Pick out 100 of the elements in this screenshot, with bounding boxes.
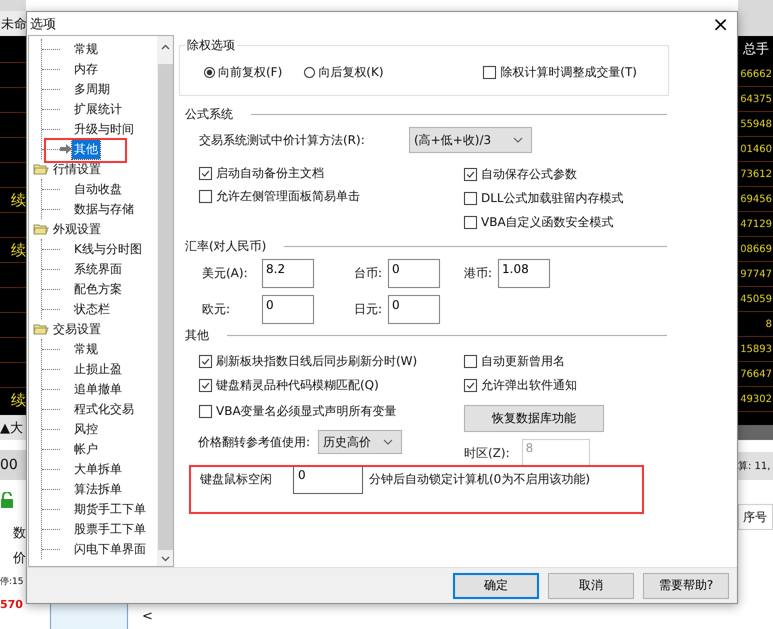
arrow-icon (60, 144, 72, 154)
tree-item[interactable]: 扩展统计 (72, 100, 124, 119)
tree-item[interactable]: 风控 (72, 420, 100, 439)
table-cell: 69456 (740, 194, 772, 204)
checkbox[interactable] (199, 404, 212, 418)
table-cell: 64375 (740, 94, 772, 104)
checkbox-label[interactable]: 刷新板块指数日线后同步刷新分时(W) (216, 352, 418, 370)
checkbox-label[interactable]: 自动更新曾用名 (481, 352, 565, 370)
table-cell: 66662 (740, 68, 772, 80)
tree-item[interactable]: 算法拆单 (72, 480, 124, 499)
field-label: 数 (13, 524, 26, 542)
section-title: 其他 (185, 326, 209, 344)
column-header: 总手 (743, 41, 769, 58)
tree-item[interactable]: 常规 (72, 340, 100, 359)
checkbox-label[interactable]: 允许弹出软件通知 (481, 376, 577, 394)
radio-button[interactable] (304, 67, 316, 78)
input-field[interactable]: 0 (262, 295, 314, 324)
dialog-button[interactable]: 需要帮助? (643, 572, 729, 599)
tree-item[interactable]: 期货手工下单 (72, 500, 148, 519)
field-label: 价 (13, 550, 26, 566)
chevron-icon (513, 137, 523, 144)
field-label: 港币: (463, 265, 494, 282)
tree-item[interactable]: 系统界面 (72, 260, 124, 279)
tree-item[interactable]: 状态栏 (72, 300, 112, 319)
input-field[interactable]: 0 (293, 465, 363, 494)
scroll-arrow[interactable]: < (142, 609, 153, 624)
price-text: 570 (0, 598, 23, 611)
input-field[interactable]: 8.2 (262, 259, 314, 288)
tree-item[interactable]: 内存 (72, 60, 100, 79)
window-title: 选项 (30, 16, 56, 33)
tree-item[interactable]: 帐户 (72, 440, 100, 459)
lock-icon[interactable] (0, 492, 14, 508)
open-folder-icon[interactable] (33, 163, 49, 176)
tree-item[interactable]: 自动收盘 (72, 180, 124, 199)
checkbox-label[interactable]: 允许左侧管理面板简易单击 (216, 188, 360, 206)
dialog-button[interactable]: 确定 (453, 572, 539, 599)
radio-label[interactable]: 向后复权(K) (318, 64, 384, 82)
table-cell: 15893 (740, 344, 772, 354)
checkbox[interactable] (199, 354, 212, 368)
field-label: 键盘鼠标空闲 (200, 471, 273, 488)
checkbox[interactable] (483, 66, 496, 80)
table-cell: 8 (766, 318, 772, 330)
checkbox[interactable] (199, 378, 212, 392)
checkbox[interactable] (199, 190, 212, 204)
close-button[interactable]: × (704, 14, 737, 34)
tree-item[interactable]: 止损止盈 (72, 360, 124, 379)
tree-item[interactable]: 行情设置 (53, 160, 101, 178)
tree-item[interactable]: 数据与存储 (72, 200, 136, 219)
tree-item[interactable]: 多周期 (72, 80, 112, 99)
field-label: 价格翻转参考值使用: (198, 434, 310, 451)
tree-item[interactable]: 闪电下单界面 (72, 540, 148, 559)
dropdown[interactable]: (高+低+收)/3 (409, 127, 532, 154)
tree-item[interactable]: 大单拆单 (72, 460, 124, 479)
field-label: 台币: (353, 265, 384, 282)
column-header: 序号 (738, 504, 773, 530)
checkbox[interactable] (464, 216, 477, 229)
input-field[interactable]: 0 (388, 295, 440, 324)
checkbox-label[interactable]: DLL公式加载驻留内存模式 (481, 190, 624, 207)
checkbox[interactable] (464, 354, 477, 368)
checkbox-label[interactable]: 自动保存公式参数 (481, 166, 577, 183)
tree-item[interactable]: 程式化交易 (72, 400, 136, 419)
checkbox-label[interactable]: VBA自定义函数安全模式 (481, 214, 614, 231)
checkbox[interactable] (464, 168, 477, 181)
restore-button[interactable]: 恢复数据库功能 (464, 405, 604, 432)
table-cell: 55948 (740, 118, 772, 130)
checkbox-label[interactable]: 键盘精灵品种代码模糊匹配(Q) (216, 376, 379, 394)
tree-item[interactable]: 升级与时间 (72, 120, 136, 139)
checkbox-label[interactable]: VBA变量名必须显式声明所有变量 (216, 402, 397, 420)
input-field[interactable]: 1.08 (498, 259, 550, 288)
field-label: 欧元: (202, 301, 232, 318)
input-field[interactable]: 0 (388, 259, 440, 288)
checkbox-label[interactable]: 除权计算时调整成交量(T) (500, 64, 637, 82)
tree-item[interactable]: 股票手工下单 (72, 520, 148, 539)
tree-item[interactable]: K线与分时图 (72, 240, 144, 259)
radio-button[interactable] (204, 67, 215, 78)
tree-item[interactable]: 常规 (72, 40, 100, 59)
checkbox[interactable] (199, 167, 212, 180)
tree-item[interactable]: 其他 (72, 140, 100, 159)
field-label: 日元: (353, 301, 384, 318)
radio-label[interactable]: 向前复权(F) (218, 64, 282, 82)
tree-item[interactable]: 配色方案 (72, 280, 124, 299)
checkbox[interactable] (464, 378, 477, 392)
tree-item[interactable]: 追单撤单 (72, 380, 124, 399)
section-title: 公式系统 (185, 106, 233, 123)
field-label: 交易系统测试中价计算方法(R): (199, 132, 366, 149)
tab[interactable]: ▲大 (0, 418, 23, 436)
scrollbar[interactable] (738, 425, 773, 440)
checkbox[interactable] (464, 192, 477, 205)
table-cell: 45059 (740, 294, 772, 304)
table-cell: 76647 (740, 368, 772, 380)
dropdown[interactable]: 历史高价 (318, 430, 402, 454)
dialog-button[interactable]: 取消 (548, 572, 634, 599)
table-cell: 01460 (740, 144, 772, 154)
scrollbar[interactable] (157, 36, 173, 566)
open-folder-icon[interactable] (33, 223, 49, 236)
tree-item[interactable]: 交易设置 (53, 320, 101, 338)
tree-item[interactable]: 外观设置 (53, 220, 101, 238)
table-cell: 73612 (740, 168, 772, 180)
checkbox-label[interactable]: 启动自动备份主文档 (216, 165, 324, 182)
open-folder-icon[interactable] (33, 323, 49, 336)
